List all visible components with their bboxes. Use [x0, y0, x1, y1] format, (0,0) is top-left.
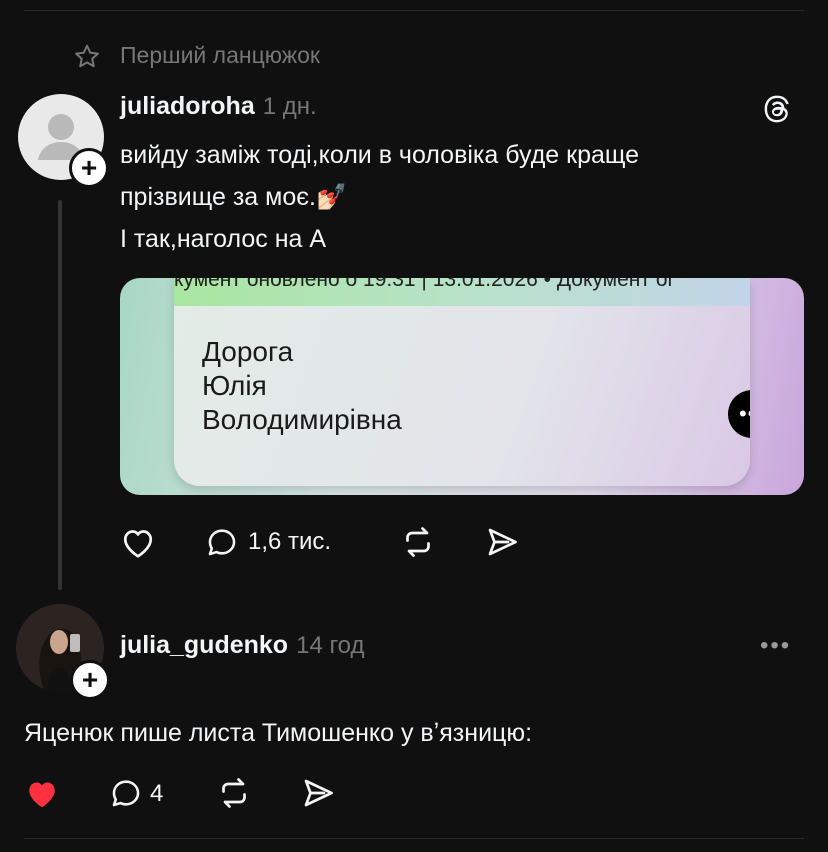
- post-header: juliadoroha 1 дн.: [120, 92, 317, 121]
- username[interactable]: julia_gudenko: [120, 631, 288, 659]
- reply-icon[interactable]: [108, 776, 144, 810]
- post-text-line: вийду заміж тоді,коли в чоловіка буде кр…: [120, 141, 640, 169]
- reply-count[interactable]: 1,6 тис.: [248, 528, 331, 556]
- share-icon[interactable]: [300, 775, 336, 811]
- more-options-icon[interactable]: •••: [760, 632, 791, 660]
- post-image[interactable]: кумент оновлено о 19:31 | 13.01.2026 • Д…: [120, 278, 804, 495]
- liked-heart-icon[interactable]: [24, 776, 60, 810]
- follow-button[interactable]: +: [70, 660, 110, 700]
- document-name-line: Дорога: [202, 336, 294, 367]
- share-icon[interactable]: [484, 524, 520, 560]
- thread-line: [58, 200, 62, 590]
- post-text: вийду заміж тоді,коли в чоловіка буде кр…: [120, 134, 639, 260]
- document-name-line: Володимирівна: [202, 404, 402, 435]
- username[interactable]: juliadoroha: [120, 92, 255, 120]
- post-text-line: І так,наголос на А: [120, 225, 327, 253]
- top-divider: [24, 10, 804, 11]
- timestamp: 14 год: [296, 632, 365, 659]
- post-text: Яценюк пише листа Тимошенко у вʼязницю:: [24, 719, 533, 747]
- document-panel: кумент оновлено о 19:31 | 13.01.2026 • Д…: [174, 278, 750, 486]
- reply-icon[interactable]: [204, 525, 240, 559]
- star-icon[interactable]: [72, 42, 102, 72]
- image-more-icon: •••: [728, 390, 750, 438]
- reply-count[interactable]: 4: [150, 780, 163, 808]
- follow-button[interactable]: +: [69, 148, 109, 188]
- document-strip-text: кумент оновлено о 19:31 | 13.01.2026 • Д…: [174, 278, 676, 291]
- timestamp: 1 дн.: [262, 93, 317, 120]
- thread-label: Перший ланцюжок: [120, 42, 320, 68]
- document-name-line: Юлія: [202, 370, 267, 401]
- post-header: julia_gudenko 14 год: [120, 631, 365, 660]
- threads-logo-icon[interactable]: [760, 92, 794, 126]
- bottom-divider: [24, 838, 804, 839]
- repost-icon[interactable]: [400, 524, 436, 560]
- post-text-line: прізвище за моє.💅🏻: [120, 183, 348, 211]
- repost-icon[interactable]: [216, 775, 252, 811]
- document-strip: кумент оновлено о 19:31 | 13.01.2026 • Д…: [174, 278, 750, 306]
- like-icon[interactable]: [120, 525, 156, 559]
